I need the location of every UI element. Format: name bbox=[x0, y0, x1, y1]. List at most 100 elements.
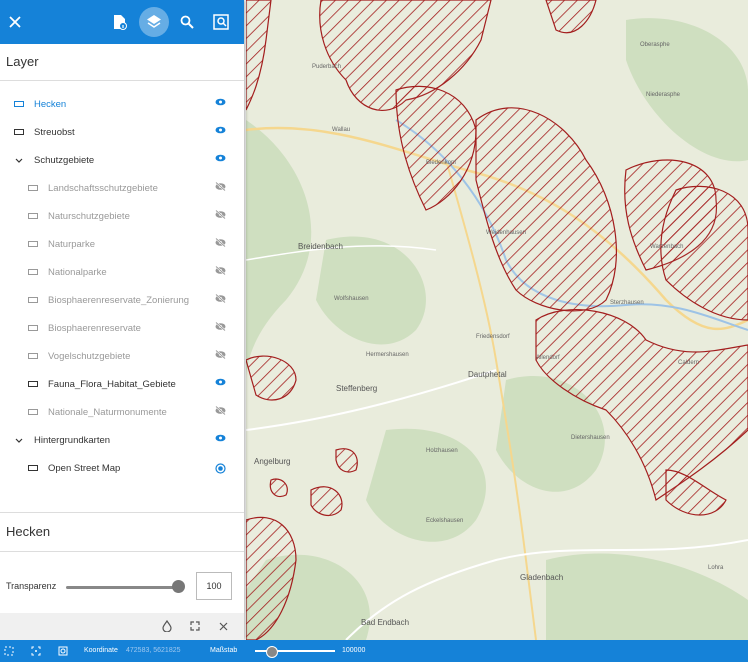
rectangle-icon bbox=[28, 241, 38, 247]
map-label: Dautphetal bbox=[468, 370, 507, 379]
layer-label: Nationalparke bbox=[48, 266, 107, 278]
layer-label: Hecken bbox=[34, 98, 67, 110]
map-label: Breidenbach bbox=[298, 242, 343, 251]
map-label: Caldern bbox=[678, 360, 700, 366]
statusbar: Koordinate 472583, 5621825 Maßstab 10000… bbox=[0, 640, 748, 662]
rectangle-icon bbox=[28, 325, 38, 331]
layer-group-schutzgebiete[interactable]: Schutzgebiete bbox=[0, 146, 244, 174]
search-button[interactable] bbox=[172, 7, 202, 37]
eye-icon[interactable] bbox=[215, 154, 226, 162]
map-label: Gladenbach bbox=[520, 573, 564, 582]
eye-off-icon[interactable] bbox=[215, 322, 226, 331]
layer-label: Nationale_Naturmonumente bbox=[48, 406, 167, 418]
layer-list: Hecken Streuobst Schutzgebiete Landschaf… bbox=[0, 90, 244, 482]
map-label: Allendorf bbox=[536, 355, 560, 361]
rectangle-icon bbox=[28, 353, 38, 359]
layer-item-naturparke[interactable]: Naturparke bbox=[0, 230, 244, 258]
eye-off-icon[interactable] bbox=[215, 238, 226, 247]
rectangle-icon bbox=[28, 297, 38, 303]
layer-label: Hintergrundkarten bbox=[34, 434, 111, 446]
layer-label: Landschaftsschutzgebiete bbox=[48, 182, 158, 194]
layer-label: Vogelschutzgebiete bbox=[48, 350, 131, 362]
close-icon[interactable] bbox=[216, 619, 230, 633]
layer-group-hintergrundkarten[interactable]: Hintergrundkarten bbox=[0, 426, 244, 454]
layer-panel: Layer Hecken Streuobst Schutzgebiete Lan… bbox=[0, 0, 244, 640]
layer-label: Open Street Map bbox=[48, 462, 121, 474]
layer-item-naturschutzgebiete[interactable]: Naturschutzgebiete bbox=[0, 202, 244, 230]
close-button[interactable] bbox=[0, 7, 30, 37]
eye-icon[interactable] bbox=[215, 98, 226, 106]
layer-item-nationalparke[interactable]: Nationalparke bbox=[0, 258, 244, 286]
map-label: Oberasphe bbox=[640, 42, 670, 48]
rectangle-icon bbox=[14, 101, 24, 107]
eye-icon[interactable] bbox=[215, 126, 226, 134]
eye-off-icon[interactable] bbox=[215, 294, 226, 303]
layers-button[interactable] bbox=[139, 7, 169, 37]
transparency-slider-thumb[interactable] bbox=[172, 580, 185, 593]
radio-selected-icon[interactable] bbox=[215, 463, 226, 474]
zoom-area-icon[interactable] bbox=[57, 645, 69, 657]
fullscreen-icon[interactable] bbox=[188, 619, 202, 633]
layer-item-streuobst[interactable]: Streuobst bbox=[0, 118, 244, 146]
chevron-down-icon[interactable] bbox=[14, 438, 24, 443]
search-map-icon bbox=[213, 14, 229, 30]
coordinate-value: 472583, 5621825 bbox=[126, 647, 181, 654]
eye-off-icon[interactable] bbox=[215, 350, 226, 359]
file-info-button[interactable] bbox=[105, 7, 135, 37]
layer-item-landschaftsschutzgebiete[interactable]: Landschaftsschutzgebiete bbox=[0, 174, 244, 202]
map-label: Warzenbach bbox=[650, 244, 684, 250]
rectangle-icon bbox=[28, 213, 38, 219]
map-label: Steffenberg bbox=[336, 384, 378, 393]
map-label: Bad Endbach bbox=[361, 618, 410, 627]
layer-item-open-street-map[interactable]: Open Street Map bbox=[0, 454, 244, 482]
drop-icon[interactable] bbox=[160, 619, 174, 633]
search-map-button[interactable] bbox=[206, 7, 236, 37]
eye-icon[interactable] bbox=[215, 434, 226, 442]
close-icon bbox=[9, 16, 21, 28]
eye-off-icon[interactable] bbox=[215, 182, 226, 191]
rectangle-icon bbox=[14, 129, 24, 135]
layer-item-biosphaerenreservate[interactable]: Biosphaerenreservate bbox=[0, 314, 244, 342]
scale-label: Maßstab bbox=[210, 647, 238, 654]
layer-item-fauna-flora-habitat-gebiete[interactable]: Fauna_Flora_Habitat_Gebiete bbox=[0, 370, 244, 398]
eye-off-icon[interactable] bbox=[215, 266, 226, 275]
eye-off-icon[interactable] bbox=[215, 210, 226, 219]
rectangle-icon bbox=[28, 465, 38, 471]
transparency-slider-track[interactable] bbox=[66, 586, 178, 589]
transparency-value-input[interactable]: 100 bbox=[196, 572, 232, 600]
map-label: Eckelshausen bbox=[426, 518, 464, 524]
coordinate-label: Koordinate bbox=[84, 647, 118, 654]
layer-label: Naturparke bbox=[48, 238, 95, 250]
scale-slider-thumb[interactable] bbox=[266, 646, 278, 658]
toolbar bbox=[0, 0, 244, 44]
layer-label: Biosphaerenreservate_Zonierung bbox=[48, 294, 190, 306]
rectangle-icon bbox=[28, 185, 38, 191]
transparency-label: Transparenz bbox=[6, 581, 57, 591]
rectangle-icon bbox=[28, 381, 38, 387]
layers-icon bbox=[147, 15, 161, 28]
eye-off-icon[interactable] bbox=[215, 406, 226, 415]
map-label: Biedenkopf bbox=[426, 160, 457, 166]
eye-icon[interactable] bbox=[215, 378, 226, 386]
panel-footer bbox=[0, 613, 244, 640]
layer-label: Biosphaerenreservate bbox=[48, 322, 141, 334]
rectangle-icon bbox=[28, 269, 38, 275]
map-label: Niederasphe bbox=[646, 92, 681, 98]
map-label: Weidenhausen bbox=[486, 230, 526, 236]
layer-label: Schutzgebiete bbox=[34, 154, 95, 166]
map-label: Dietershausen bbox=[571, 435, 610, 441]
layer-item-hecken[interactable]: Hecken bbox=[0, 90, 244, 118]
map-label: Lohra bbox=[708, 565, 724, 571]
zoom-extent-icon[interactable] bbox=[30, 645, 42, 657]
layer-item-biosphaerenreservate-zonierung[interactable]: Biosphaerenreservate_Zonierung bbox=[0, 286, 244, 314]
map-label: Holzhausen bbox=[426, 448, 458, 454]
map-view[interactable]: Oberasphe Niederasphe Puderbach Biedenko… bbox=[246, 0, 748, 640]
map-label: Puderbach bbox=[312, 64, 342, 70]
chevron-down-icon[interactable] bbox=[14, 158, 24, 163]
layer-item-nationale-naturmonumente[interactable]: Nationale_Naturmonumente bbox=[0, 398, 244, 426]
layer-item-vogelschutzgebiete[interactable]: Vogelschutzgebiete bbox=[0, 342, 244, 370]
map-label: Sterzhausen bbox=[610, 300, 644, 306]
select-area-icon[interactable] bbox=[3, 645, 15, 657]
search-icon bbox=[180, 15, 194, 29]
map-label: Angelburg bbox=[254, 457, 291, 466]
